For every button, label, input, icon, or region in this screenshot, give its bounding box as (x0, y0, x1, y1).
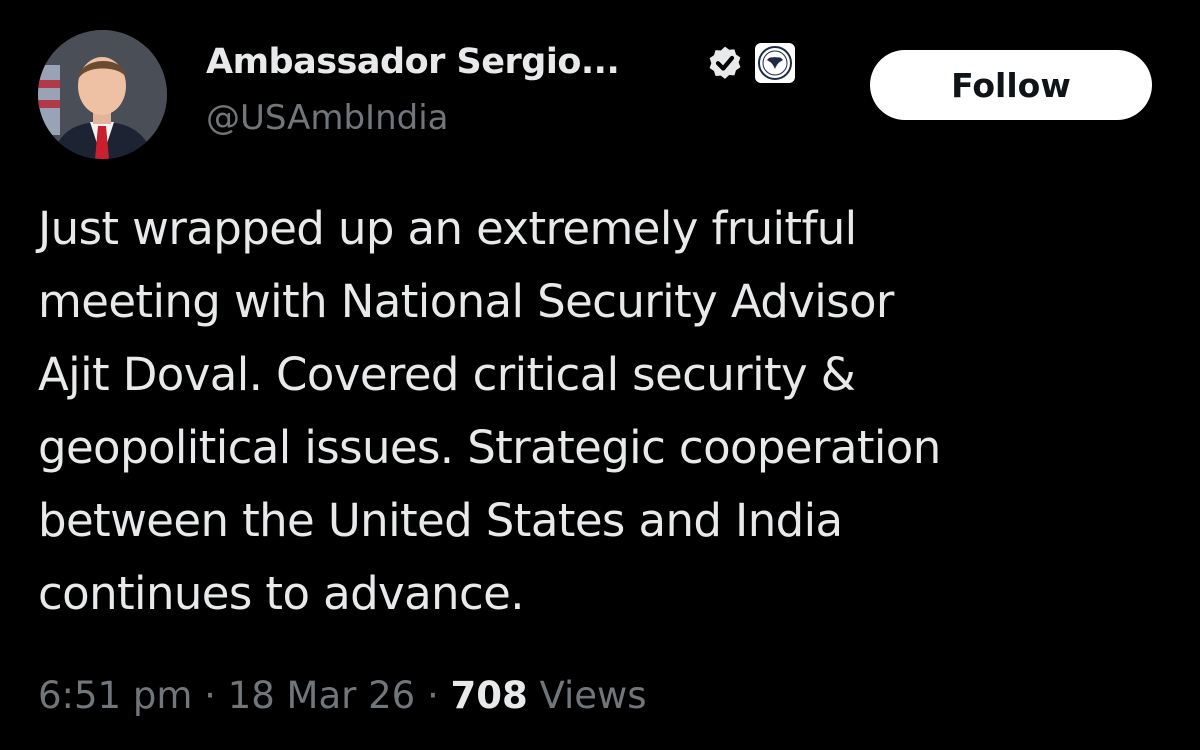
state-department-seal-icon[interactable] (754, 42, 796, 84)
verified-check-icon[interactable] (704, 44, 746, 86)
meta-separator: · (426, 674, 439, 717)
views-label: Views (539, 674, 647, 717)
tweet-meta: 6:51 pm · 18 Mar 26 · 708 Views (38, 668, 647, 724)
tweet-text: Just wrapped up an extremely fruitful me… (38, 202, 941, 620)
tweet-date[interactable]: 18 Mar 26 (228, 674, 416, 717)
avatar-image (38, 30, 167, 159)
views-count: 708 (450, 674, 528, 717)
tweet-time[interactable]: 6:51 pm (38, 674, 192, 717)
author-handle[interactable]: @USAmbIndia (206, 94, 449, 142)
avatar[interactable] (38, 30, 167, 159)
follow-button[interactable]: Follow (870, 50, 1152, 120)
author-display-name[interactable]: Ambassador Sergio... (206, 38, 620, 86)
meta-separator: · (204, 674, 216, 717)
